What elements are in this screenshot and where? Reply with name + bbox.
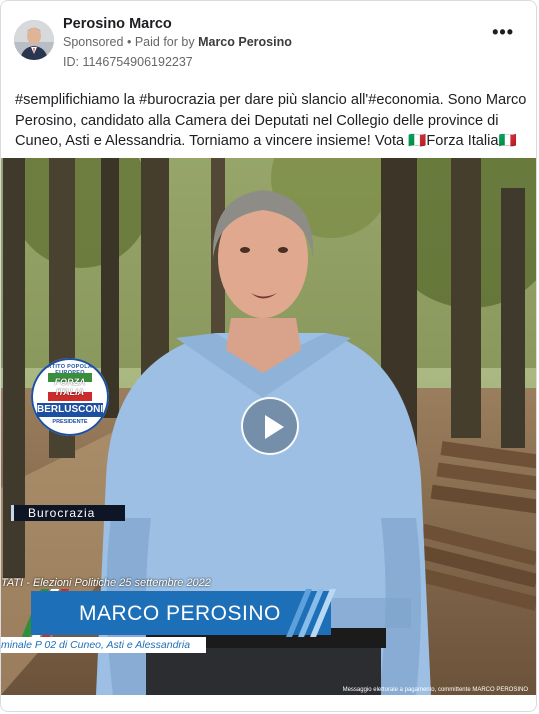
paid-for-name: Marco Perosino	[198, 35, 292, 49]
post-text: #semplifichiamo la #burocrazia per dare …	[15, 92, 527, 149]
disclaimer-text: Messaggio elettorale a pagamento, commit…	[342, 687, 528, 693]
logo-leader: BERLUSCONI	[37, 403, 104, 417]
topic-label: Burocrazia	[11, 505, 125, 521]
page-name[interactable]: Perosino Marco	[63, 16, 172, 32]
candidate-name: MARCO PEROSINO	[79, 602, 281, 625]
election-caption: TATI - Elezioni Politiche 25 settembre 2…	[1, 577, 211, 589]
logo-party-line1: FORZA	[54, 377, 86, 387]
avatar[interactable]	[14, 20, 54, 60]
collegio-caption: minale P 02 di Cuneo, Asti e Alessandria	[1, 637, 206, 653]
forza-italia-flag-icon: FORZA ITALIA	[48, 373, 92, 401]
ad-card: Perosino Marco Sponsored • Paid for by M…	[0, 0, 537, 712]
logo-role: PRESIDENTE	[52, 419, 88, 425]
separator-dot: •	[126, 35, 132, 49]
party-logo: PARTITO POPOLARE EUROPEO FORZA ITALIA BE…	[31, 358, 109, 436]
sponsored-label: Sponsored	[63, 35, 124, 49]
sponsored-line: Sponsored • Paid for by Marco Perosino	[63, 35, 292, 49]
band-stripes-icon	[286, 589, 336, 637]
paid-for-prefix: Paid for by	[134, 35, 195, 49]
ellipsis-icon[interactable]: •••	[492, 23, 514, 41]
ad-id: ID: 1146754906192237	[63, 55, 193, 69]
logo-party-line2: ITALIA	[55, 387, 85, 397]
play-icon[interactable]	[241, 397, 299, 455]
